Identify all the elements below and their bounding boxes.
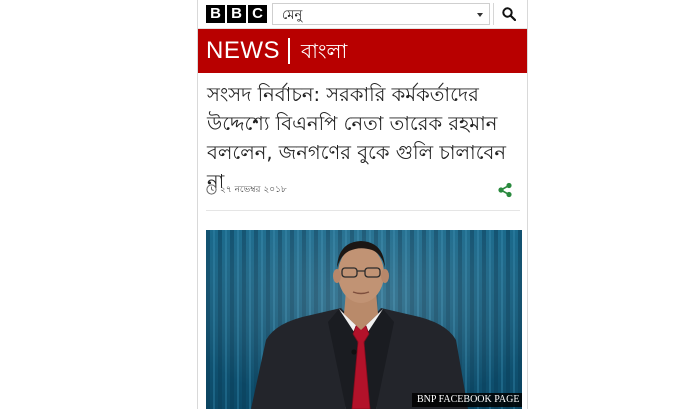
search-icon [502,7,516,21]
article-photo[interactable]: BNP FACEBOOK PAGE [206,230,522,409]
menu-label: মেনু [282,8,303,23]
banner-divider [288,38,290,64]
speaker-portrait [206,230,522,409]
search-button[interactable] [493,3,523,25]
top-navigation-bar: B B C মেনু [198,0,527,29]
publish-date: ২৭ নভেম্বর ২০১৮ [220,185,287,195]
article-page: B B C মেনু NEWS বাংলা সংসদ নির্বাচন: সরক… [197,0,528,409]
menu-dropdown[interactable]: মেনু [272,3,490,25]
logo-letter: C [248,5,267,23]
language-label: বাংলা [301,39,348,63]
logo-letter: B [206,5,225,23]
news-banner[interactable]: NEWS বাংলা [198,29,527,73]
article-headline: সংসদ নির্বাচন: সরকারি কর্মকর্তাদের উদ্দে… [207,83,507,193]
image-credit: BNP FACEBOOK PAGE [412,393,522,407]
chevron-down-icon [477,13,483,17]
share-icon[interactable] [497,182,513,198]
news-wordmark: NEWS [206,37,280,64]
bbc-logo[interactable]: B B C [206,5,267,23]
logo-letter: B [227,5,246,23]
clock-icon [206,184,217,195]
meta-divider [206,210,520,211]
